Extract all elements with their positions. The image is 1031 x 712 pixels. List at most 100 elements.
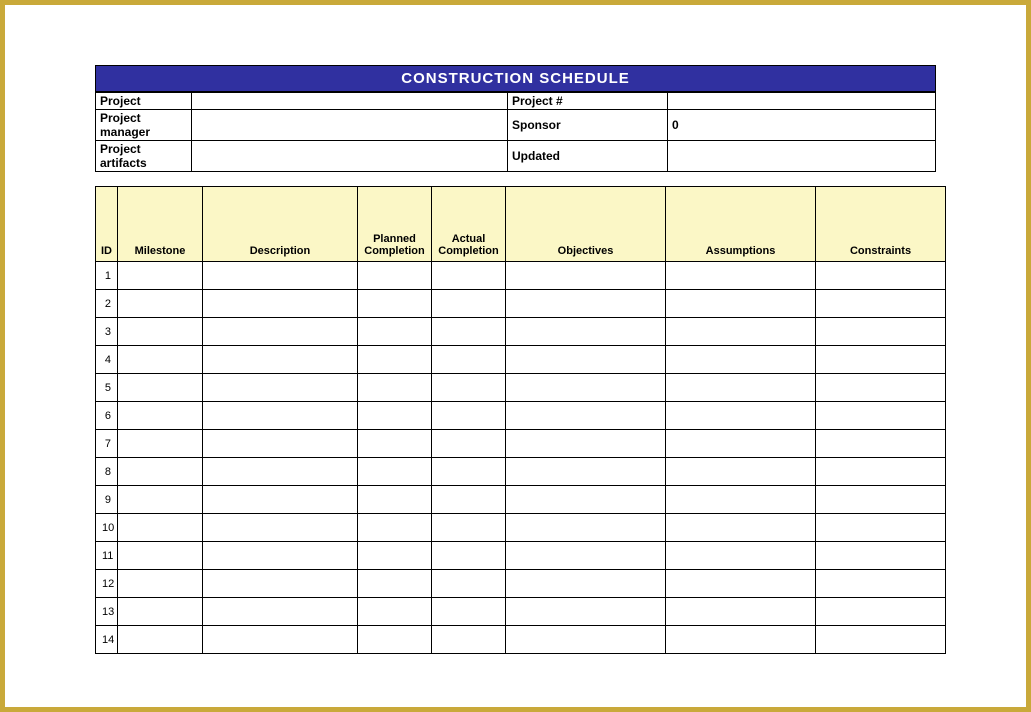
cell-objectives[interactable] — [506, 598, 666, 626]
cell-planned[interactable] — [358, 262, 432, 290]
cell-objectives[interactable] — [506, 402, 666, 430]
cell-id[interactable]: 6 — [96, 402, 118, 430]
cell-milestone[interactable] — [118, 402, 203, 430]
cell-description[interactable] — [203, 486, 358, 514]
cell-id[interactable]: 10 — [96, 514, 118, 542]
cell-constraints[interactable] — [816, 262, 946, 290]
cell-objectives[interactable] — [506, 542, 666, 570]
cell-milestone[interactable] — [118, 458, 203, 486]
cell-description[interactable] — [203, 290, 358, 318]
cell-milestone[interactable] — [118, 598, 203, 626]
cell-constraints[interactable] — [816, 290, 946, 318]
cell-description[interactable] — [203, 262, 358, 290]
cell-assumptions[interactable] — [666, 290, 816, 318]
cell-assumptions[interactable] — [666, 542, 816, 570]
cell-id[interactable]: 4 — [96, 346, 118, 374]
cell-assumptions[interactable] — [666, 430, 816, 458]
cell-assumptions[interactable] — [666, 318, 816, 346]
cell-assumptions[interactable] — [666, 514, 816, 542]
cell-planned[interactable] — [358, 318, 432, 346]
cell-milestone[interactable] — [118, 542, 203, 570]
cell-description[interactable] — [203, 430, 358, 458]
cell-actual[interactable] — [432, 318, 506, 346]
cell-milestone[interactable] — [118, 262, 203, 290]
cell-milestone[interactable] — [118, 626, 203, 654]
cell-milestone[interactable] — [118, 346, 203, 374]
sponsor-value[interactable]: 0 — [668, 110, 936, 141]
cell-assumptions[interactable] — [666, 570, 816, 598]
cell-id[interactable]: 12 — [96, 570, 118, 598]
cell-assumptions[interactable] — [666, 598, 816, 626]
cell-objectives[interactable] — [506, 318, 666, 346]
cell-objectives[interactable] — [506, 514, 666, 542]
cell-assumptions[interactable] — [666, 458, 816, 486]
cell-actual[interactable] — [432, 430, 506, 458]
cell-objectives[interactable] — [506, 374, 666, 402]
cell-actual[interactable] — [432, 402, 506, 430]
cell-constraints[interactable] — [816, 458, 946, 486]
cell-constraints[interactable] — [816, 486, 946, 514]
cell-objectives[interactable] — [506, 290, 666, 318]
cell-planned[interactable] — [358, 570, 432, 598]
cell-planned[interactable] — [358, 626, 432, 654]
cell-objectives[interactable] — [506, 458, 666, 486]
artifacts-value[interactable] — [192, 141, 508, 172]
cell-objectives[interactable] — [506, 262, 666, 290]
cell-milestone[interactable] — [118, 570, 203, 598]
cell-planned[interactable] — [358, 542, 432, 570]
cell-assumptions[interactable] — [666, 486, 816, 514]
pm-value[interactable] — [192, 110, 508, 141]
project-value[interactable] — [192, 93, 508, 110]
cell-assumptions[interactable] — [666, 374, 816, 402]
project-num-value[interactable] — [668, 93, 936, 110]
cell-milestone[interactable] — [118, 486, 203, 514]
cell-planned[interactable] — [358, 374, 432, 402]
cell-assumptions[interactable] — [666, 262, 816, 290]
cell-actual[interactable] — [432, 514, 506, 542]
cell-milestone[interactable] — [118, 374, 203, 402]
cell-objectives[interactable] — [506, 570, 666, 598]
cell-id[interactable]: 3 — [96, 318, 118, 346]
cell-planned[interactable] — [358, 598, 432, 626]
cell-description[interactable] — [203, 598, 358, 626]
cell-assumptions[interactable] — [666, 626, 816, 654]
cell-description[interactable] — [203, 346, 358, 374]
cell-constraints[interactable] — [816, 570, 946, 598]
updated-value[interactable] — [668, 141, 936, 172]
cell-description[interactable] — [203, 374, 358, 402]
cell-id[interactable]: 11 — [96, 542, 118, 570]
cell-objectives[interactable] — [506, 486, 666, 514]
cell-id[interactable]: 1 — [96, 262, 118, 290]
cell-constraints[interactable] — [816, 626, 946, 654]
cell-id[interactable]: 14 — [96, 626, 118, 654]
cell-description[interactable] — [203, 402, 358, 430]
cell-planned[interactable] — [358, 430, 432, 458]
cell-actual[interactable] — [432, 486, 506, 514]
cell-constraints[interactable] — [816, 346, 946, 374]
cell-planned[interactable] — [358, 290, 432, 318]
cell-planned[interactable] — [358, 402, 432, 430]
cell-milestone[interactable] — [118, 318, 203, 346]
cell-objectives[interactable] — [506, 626, 666, 654]
cell-description[interactable] — [203, 542, 358, 570]
cell-constraints[interactable] — [816, 318, 946, 346]
cell-constraints[interactable] — [816, 514, 946, 542]
cell-actual[interactable] — [432, 542, 506, 570]
cell-id[interactable]: 8 — [96, 458, 118, 486]
cell-description[interactable] — [203, 626, 358, 654]
cell-id[interactable]: 7 — [96, 430, 118, 458]
cell-planned[interactable] — [358, 458, 432, 486]
cell-id[interactable]: 2 — [96, 290, 118, 318]
cell-constraints[interactable] — [816, 374, 946, 402]
cell-actual[interactable] — [432, 290, 506, 318]
cell-actual[interactable] — [432, 570, 506, 598]
cell-objectives[interactable] — [506, 346, 666, 374]
cell-actual[interactable] — [432, 374, 506, 402]
cell-id[interactable]: 13 — [96, 598, 118, 626]
cell-constraints[interactable] — [816, 598, 946, 626]
cell-objectives[interactable] — [506, 430, 666, 458]
cell-constraints[interactable] — [816, 542, 946, 570]
cell-actual[interactable] — [432, 458, 506, 486]
cell-milestone[interactable] — [118, 430, 203, 458]
cell-milestone[interactable] — [118, 514, 203, 542]
